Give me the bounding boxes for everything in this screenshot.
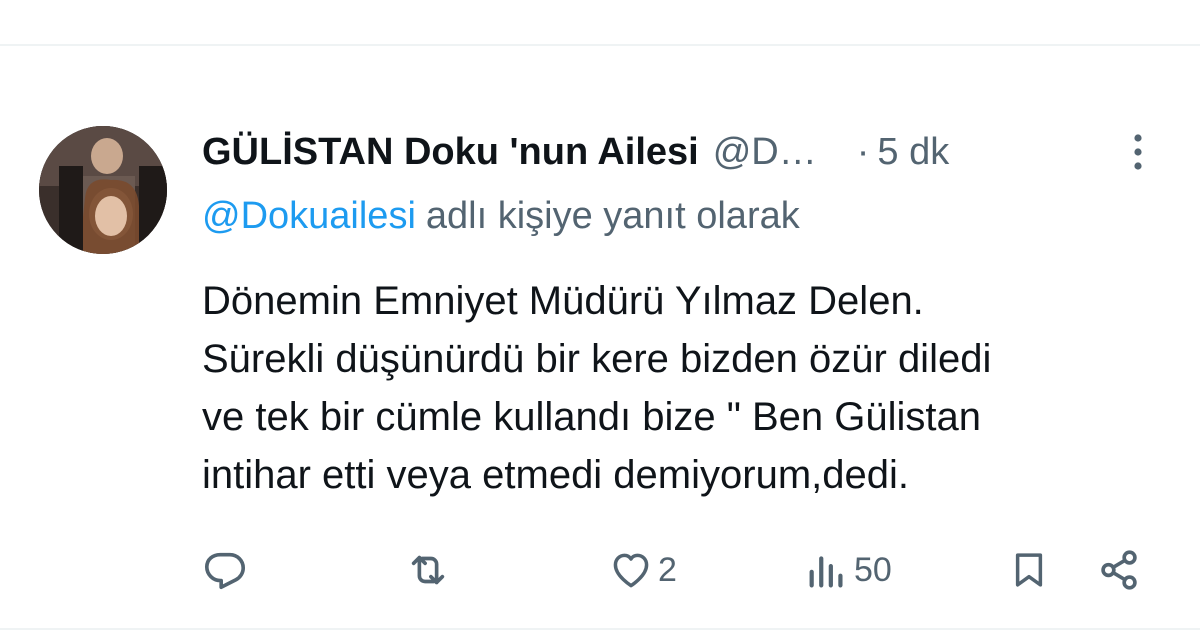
- views-icon: [809, 556, 843, 588]
- more-vertical-icon: [1134, 134, 1142, 170]
- top-divider: [0, 44, 1200, 46]
- bookmark-icon: [1015, 553, 1043, 587]
- like-count: 2: [658, 550, 677, 589]
- retweet-icon: [411, 555, 445, 585]
- tweet-text-line: ve tek bir cümle kullandı bize " Ben Gül…: [202, 395, 982, 439]
- views-button[interactable]: 50: [804, 542, 892, 598]
- bookmark-button[interactable]: [1008, 542, 1050, 598]
- tweet-text: Dönemin Emniyet Müdürü Yılmaz Delen. Sür…: [202, 272, 1172, 504]
- avatar-photo: [39, 126, 167, 254]
- reply-context-text: adlı kişiye yanıt olarak: [425, 194, 800, 237]
- separator-dot: ·: [856, 130, 870, 173]
- share-button[interactable]: [1096, 542, 1142, 598]
- tweet-text-line: Sürekli düşünürdü bir kere bizden özür d…: [202, 337, 992, 381]
- reply-context: @Dokuailesi adlı kişiye yanıt olarak: [202, 190, 800, 242]
- reply-icon: [204, 552, 246, 590]
- user-handle[interactable]: @Dokuailesi: [713, 131, 825, 174]
- more-options-button[interactable]: [1124, 130, 1152, 174]
- view-count: 50: [854, 550, 892, 589]
- tweet-page: GÜLİSTAN Doku 'nun Ailesi @Dokuailesi · …: [0, 0, 1200, 632]
- tweet-header: GÜLİSTAN Doku 'nun Ailesi @Dokuailesi · …: [202, 128, 1162, 176]
- reply-mention-link[interactable]: @Dokuailesi: [202, 195, 416, 238]
- action-bar: 2 50: [0, 542, 1200, 598]
- share-icon: [1101, 550, 1137, 590]
- heart-icon: [613, 553, 649, 588]
- display-name[interactable]: GÜLİSTAN Doku 'nun Ailesi: [202, 131, 699, 174]
- bottom-divider: [0, 628, 1200, 630]
- reply-button[interactable]: [202, 542, 248, 598]
- retweet-button[interactable]: [404, 542, 452, 598]
- avatar[interactable]: [39, 126, 167, 254]
- tweet-text-line: Dönemin Emniyet Müdürü Yılmaz Delen.: [202, 279, 924, 323]
- like-button[interactable]: 2: [608, 542, 677, 598]
- timestamp[interactable]: 5 dk: [877, 131, 949, 174]
- tweet-text-line: intihar etti veya etmedi demiyorum,dedi.: [202, 453, 909, 497]
